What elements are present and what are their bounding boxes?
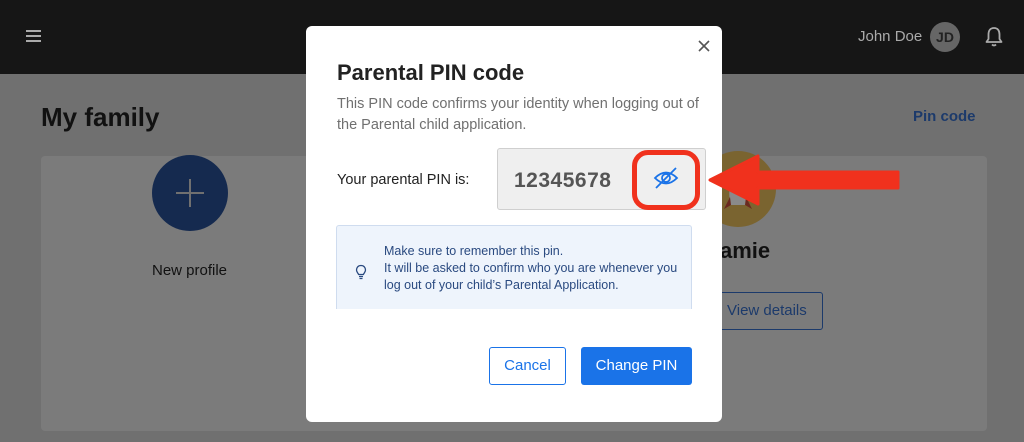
cancel-button[interactable]: Cancel — [489, 347, 566, 385]
close-icon[interactable] — [697, 39, 711, 53]
info-text: Make sure to remember this pin. It will … — [384, 243, 684, 294]
annotation-highlight — [632, 150, 700, 210]
info-box: Make sure to remember this pin. It will … — [336, 225, 692, 309]
pin-value: 12345678 — [514, 169, 612, 192]
info-line-1: Make sure to remember this pin. — [384, 244, 564, 258]
pin-code-link[interactable]: Pin code — [913, 108, 976, 125]
user-name[interactable]: John Doe — [858, 28, 922, 45]
parental-pin-dialog: Parental PIN code This PIN code confirms… — [306, 26, 722, 422]
pin-label: Your parental PIN is: — [337, 172, 470, 188]
menu-icon[interactable] — [26, 30, 41, 42]
dialog-title: Parental PIN code — [337, 60, 525, 85]
avatar[interactable]: JD — [930, 22, 960, 52]
lightbulb-icon — [355, 264, 367, 280]
new-profile-button[interactable] — [152, 155, 228, 231]
page-title: My family — [41, 102, 160, 132]
bell-icon[interactable] — [984, 26, 1004, 48]
view-details-button[interactable]: View details — [706, 292, 823, 330]
new-profile-label: New profile — [152, 262, 228, 279]
info-line-2: It will be asked to confirm who you are … — [384, 261, 678, 292]
change-pin-button[interactable]: Change PIN — [581, 347, 692, 385]
dialog-description: This PIN code confirms your identity whe… — [337, 96, 699, 133]
child-name: amie — [720, 238, 771, 263]
annotation-arrow-icon — [708, 154, 900, 206]
